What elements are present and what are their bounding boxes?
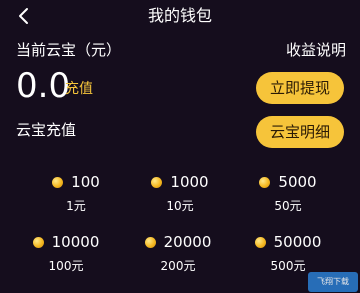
recharge-section-title: 云宝充值 [16, 121, 77, 139]
package-price: 100元 [48, 259, 84, 273]
package-coins: 50000 [238, 232, 338, 252]
coin-icon [144, 236, 156, 248]
coin-icon [254, 236, 266, 248]
detail-button[interactable]: 云宝明细 [256, 116, 344, 148]
recharge-package[interactable]: 5000 50元 [238, 172, 338, 222]
coin-icon [259, 176, 271, 188]
income-explanation-link[interactable]: 收益说明 [286, 40, 346, 60]
recharge-package[interactable]: 10000 100元 [16, 232, 116, 282]
coin-icon [151, 176, 163, 188]
package-coins: 10000 [16, 232, 116, 252]
package-price: 10元 [166, 199, 194, 213]
balance-value: 0.0 [16, 66, 71, 106]
package-coins: 1000 [130, 172, 230, 192]
recharge-package[interactable]: 20000 200元 [128, 232, 228, 282]
recharge-link[interactable]: 充值 [65, 80, 93, 98]
package-price: 50元 [274, 199, 302, 213]
package-amount: 100 [71, 173, 100, 191]
withdraw-button[interactable]: 立即提现 [256, 72, 344, 104]
coin-icon [32, 236, 44, 248]
package-amount: 20000 [163, 233, 212, 251]
wallet-screen: 我的钱包 当前云宝（元） 收益说明 0.0 充值 立即提现 云宝明细 云宝充值 … [0, 0, 360, 293]
watermark-logo: 飞翔下载 [308, 272, 358, 292]
balance-label: 当前云宝（元） [16, 41, 122, 59]
page-title: 我的钱包 [147, 6, 212, 25]
recharge-package[interactable]: 100 1元 [26, 172, 126, 222]
package-coins: 20000 [128, 232, 228, 252]
package-amount: 1000 [170, 173, 209, 191]
coin-icon [52, 176, 64, 188]
recharge-package[interactable]: 1000 10元 [130, 172, 230, 222]
package-price: 1元 [66, 199, 86, 213]
package-coins: 5000 [238, 172, 338, 192]
nav-bar: 我的钱包 [0, 0, 360, 32]
package-amount: 50000 [273, 233, 322, 251]
package-amount: 5000 [278, 173, 317, 191]
package-coins: 100 [26, 172, 126, 192]
package-amount: 10000 [51, 233, 100, 251]
package-price: 200元 [160, 259, 196, 273]
